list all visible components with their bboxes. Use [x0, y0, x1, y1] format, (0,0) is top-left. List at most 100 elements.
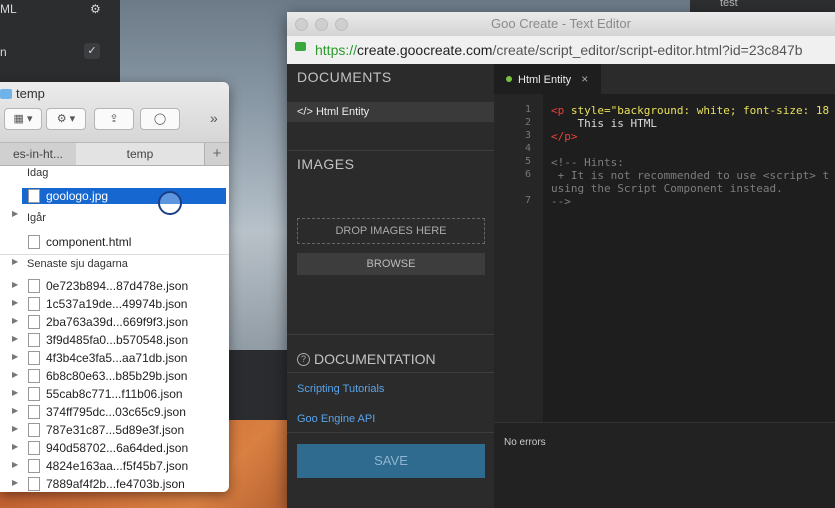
- sidebar: DOCUMENTS </> Html Entity IMAGES DROP IM…: [287, 64, 494, 508]
- file-name: 7889af4f2b...fe4703b.json: [46, 477, 185, 491]
- file-name: component.html: [46, 235, 132, 249]
- disclosure-icon[interactable]: ▶: [12, 209, 18, 218]
- disclosure-icon[interactable]: ▶: [12, 460, 18, 469]
- disclosure-icon[interactable]: ▶: [12, 406, 18, 415]
- checkbox[interactable]: ✓: [84, 43, 100, 59]
- section-today: Idag: [27, 167, 49, 179]
- drop-images-zone[interactable]: DROP IMAGES HERE: [297, 218, 485, 244]
- file-name: 4f3b4ce3fa5...aa71db.json: [46, 351, 188, 365]
- code-line: using the Script Component instead.: [551, 182, 783, 195]
- share-button[interactable]: ⇪: [94, 108, 134, 130]
- line-number: 5: [524, 156, 531, 167]
- list-item[interactable]: 3f9d485fa0...b570548.json: [22, 332, 226, 348]
- url-text[interactable]: https://create.goocreate.com/create/scri…: [315, 36, 803, 64]
- list-item[interactable]: 787e31c87...5d89e3f.json: [22, 422, 226, 438]
- list-item[interactable]: 940d58702...6a64ded.json: [22, 440, 226, 456]
- disclosure-icon[interactable]: ▶: [12, 316, 18, 325]
- json-file-icon: [28, 279, 40, 293]
- close-button[interactable]: [295, 18, 308, 31]
- disclosure-icon[interactable]: ▶: [12, 388, 18, 397]
- code-line: </p>: [551, 130, 578, 143]
- list-item[interactable]: 0e723b894...87d478e.json: [22, 278, 226, 294]
- url-path: /create/script_editor/script-editor.html…: [492, 42, 803, 58]
- documentation-heading-text: DOCUMENTATION: [314, 351, 436, 367]
- tab-temp[interactable]: temp: [76, 143, 204, 165]
- divider: [287, 150, 494, 151]
- line-number: 4: [524, 143, 531, 154]
- file-name: 787e31c87...5d89e3f.json: [46, 423, 185, 437]
- json-file-icon: [28, 297, 40, 311]
- section-last-week: Senaste sju dagarna: [27, 258, 128, 270]
- code-line: This is HTML: [551, 117, 657, 130]
- browse-button[interactable]: BROWSE: [297, 253, 485, 275]
- file-row-selected[interactable]: goologo.jpg: [22, 188, 226, 204]
- divider: [0, 254, 229, 255]
- code-tag: <p: [551, 104, 571, 117]
- list-item[interactable]: 2ba763a39d...669f9f3.json: [22, 314, 226, 330]
- divider: [287, 372, 494, 373]
- json-file-icon: [28, 459, 40, 473]
- list-item[interactable]: 374ff795dc...03c65c9.json: [22, 404, 226, 420]
- save-button[interactable]: SAVE: [297, 444, 485, 478]
- disclosure-icon[interactable]: ▶: [12, 334, 18, 343]
- line-number: 7: [524, 195, 531, 206]
- list-item[interactable]: 1c537a19de...49974b.json: [22, 296, 226, 312]
- html-file-icon: [28, 235, 40, 249]
- tab-item[interactable]: es-in-ht...: [0, 143, 76, 165]
- view-options-button[interactable]: ▦ ▾: [4, 108, 42, 130]
- more-chevron-icon[interactable]: »: [210, 110, 218, 126]
- panel-label: ML: [0, 2, 17, 16]
- add-tab-button[interactable]: +: [204, 143, 229, 165]
- disclosure-icon[interactable]: ▶: [12, 352, 18, 361]
- tag-button[interactable]: ◯: [140, 108, 180, 130]
- image-file-icon: [28, 189, 40, 203]
- list-item[interactable]: 55cab8c771...f11b06.json: [22, 386, 226, 402]
- disclosure-icon[interactable]: ▶: [12, 298, 18, 307]
- disclosure-icon[interactable]: ▶: [12, 257, 18, 266]
- code-editor[interactable]: Html Entity × 1 2 3 4 5 6 7 <p style="bac…: [494, 64, 835, 508]
- disclosure-icon[interactable]: ▶: [12, 280, 18, 289]
- disclosure-icon[interactable]: ▶: [12, 424, 18, 433]
- zoom-button[interactable]: [335, 18, 348, 31]
- action-gear-button[interactable]: ⚙ ▾: [46, 108, 86, 130]
- list-item[interactable]: 6b8c80e63...b85b29b.json: [22, 368, 226, 384]
- link-scripting-tutorials[interactable]: Scripting Tutorials: [297, 383, 384, 395]
- disclosure-icon[interactable]: ▶: [12, 478, 18, 487]
- file-name: 1c537a19de...49974b.json: [46, 297, 188, 311]
- json-file-icon: [28, 423, 40, 437]
- lock-icon: [295, 42, 306, 51]
- help-icon: ?: [297, 352, 310, 366]
- list-item[interactable]: 4824e163aa...f5f45b7.json: [22, 458, 226, 474]
- finder-title: temp: [0, 86, 45, 101]
- code-line: <p style="background: white; font-size: …: [551, 104, 829, 117]
- gear-icon[interactable]: ⚙: [90, 2, 101, 16]
- file-name: 6b8c80e63...b85b29b.json: [46, 369, 188, 383]
- file-name: 55cab8c771...f11b06.json: [46, 387, 183, 401]
- minimize-button[interactable]: [315, 18, 328, 31]
- window-titlebar: Goo Create - Text Editor: [287, 12, 835, 36]
- status-bar: No errors: [494, 422, 835, 508]
- tab-label: Html Entity: [518, 74, 572, 86]
- url-host: create.goocreate.com: [357, 42, 493, 58]
- json-file-icon: [28, 333, 40, 347]
- line-number-gutter: 1 2 3 4 5 6 7: [494, 94, 543, 422]
- documentation-heading: ? DOCUMENTATION: [297, 351, 436, 367]
- json-file-icon: [28, 387, 40, 401]
- address-bar[interactable]: https://create.goocreate.com/create/scri…: [287, 36, 835, 65]
- images-heading: IMAGES: [297, 156, 355, 172]
- code-line: -->: [551, 195, 571, 208]
- link-goo-engine-api[interactable]: Goo Engine API: [297, 413, 375, 425]
- list-item[interactable]: 7889af4f2b...fe4703b.json: [22, 476, 226, 492]
- url-scheme: https://: [315, 42, 358, 58]
- list-item[interactable]: component.html: [22, 234, 226, 250]
- code-attr: style="background: white; font-size: 18: [570, 104, 830, 117]
- disclosure-icon[interactable]: ▶: [12, 370, 18, 379]
- folder-icon: [0, 88, 12, 99]
- disclosure-icon[interactable]: ▶: [12, 442, 18, 451]
- close-icon[interactable]: ×: [581, 72, 588, 86]
- tab-html-entity[interactable]: Html Entity ×: [494, 64, 601, 94]
- list-item[interactable]: 4f3b4ce3fa5...aa71db.json: [22, 350, 226, 366]
- sidebar-item-html-entity[interactable]: </> Html Entity: [287, 102, 494, 122]
- finder-window: temp ▦ ▾ ⚙ ▾ ⇪ ◯ » es-in-ht... temp + Id…: [0, 82, 229, 492]
- divider: [287, 334, 494, 335]
